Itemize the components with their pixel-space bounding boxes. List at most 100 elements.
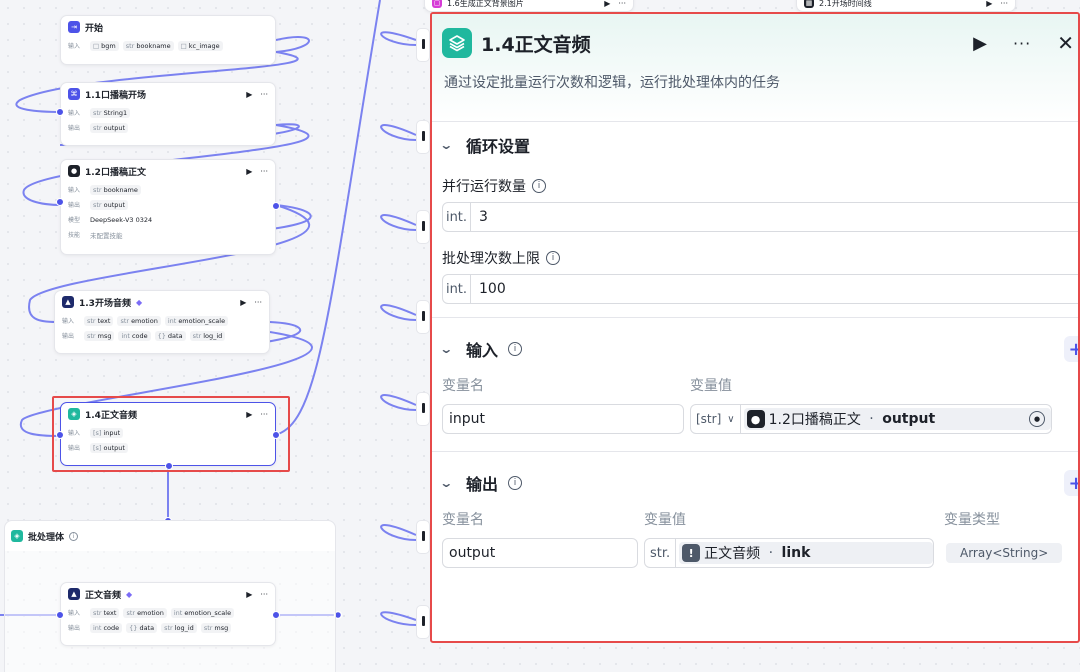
node-title: 1.2口播稿正文 [85,167,146,178]
input-port[interactable] [56,108,64,116]
info-icon[interactable]: i [69,531,79,541]
run-icon[interactable]: ▶ [246,410,252,419]
chevron-down-icon[interactable]: ⌄ [439,476,459,490]
output-port[interactable] [272,431,280,439]
reference-chip[interactable]: ! 正文音频 · link [679,542,933,564]
node-title: 1.1口播稿开场 [85,90,146,101]
batch-limit-input[interactable]: int. 100 [442,274,1078,304]
output-header[interactable]: ⌄ 输出 i + [439,452,1078,514]
image-icon: ▢ [432,0,442,8]
output-port[interactable] [272,202,280,210]
info-icon[interactable]: i [532,179,546,193]
skill-value: 未配置技能 [90,231,123,240]
type-tag: int. [443,203,471,231]
chevron-down-icon[interactable]: ⌄ [439,138,459,152]
input-port[interactable] [56,431,64,439]
chevron-down-icon[interactable]: ⌄ [439,342,459,356]
limit-value[interactable]: 100 [471,281,506,297]
run-icon[interactable]: ▶ [240,298,246,307]
node-title: 开始 [85,23,104,34]
var-pill: str text [84,315,114,326]
col-type: 变量类型 [944,512,1000,528]
run-icon[interactable]: ▶ [973,33,987,54]
section-title: 输出 [466,475,499,494]
loop-settings-header[interactable]: ⌄ 循环设置 [439,122,1068,168]
more-icon[interactable]: ··· [1013,34,1031,53]
node-2-1[interactable]: ▦ 2.1开场时间线 ▶ ··· [796,0,1016,12]
row-label: 模型 [68,217,81,224]
more-icon[interactable]: ··· [254,298,262,307]
row-label: 输出 [68,625,81,632]
run-icon[interactable]: ▶ [986,0,992,8]
output-port[interactable] [272,611,280,619]
model-name: DeepSeek-V3 0324 [90,215,153,224]
var-pill: int code [118,330,151,341]
hidden-node[interactable] [416,300,430,334]
parallel-count-input[interactable]: int. 3 [442,202,1078,232]
hidden-node[interactable] [416,210,430,244]
var-pill: str log_id [161,622,197,633]
node-config-panel[interactable]: 1.4正文音频 ▶ ··· ✕ 通过设定批量运行次数和逻辑，运行批处理体内的任务… [430,12,1080,643]
start-node[interactable]: ⇥ 开始 输入 □ bgm str bookname □ kc_image [60,15,276,65]
row-label: 输入 [68,430,81,437]
node-title: 正文音频 [85,590,122,601]
reference-chip[interactable]: ● 1.2口播稿正文 · output ● [743,408,1051,430]
var-pill: str text [90,607,120,618]
more-icon[interactable]: ··· [260,90,268,99]
more-icon[interactable]: ··· [618,0,626,8]
var-pill: str emotion [123,607,167,618]
hidden-node[interactable] [416,392,430,426]
var-pill: str log_id [189,330,226,341]
info-icon[interactable]: i [508,342,523,356]
audio-plugin-icon: ▲ [62,296,74,308]
more-icon[interactable]: ··· [260,167,268,176]
run-icon[interactable]: ▶ [246,90,252,99]
node-1-1[interactable]: ⌘ 1.1口播稿开场 ▶ ··· 输入 str String1 输出 str outp… [56,82,276,146]
parallel-value[interactable]: 3 [471,209,488,225]
var-pill: [s] output [90,442,128,453]
run-icon[interactable]: ▶ [604,0,610,8]
input-var-ref-field[interactable]: [str] ∨ ● 1.2口播稿正文 · output ● [690,404,1052,434]
batch-title: 批处理体 [28,532,65,543]
output-section: ⌄ 输出 i + 变量名 变量值 变量类型 output str. ! 正文音频… [432,452,1078,568]
input-port[interactable] [56,611,64,619]
run-icon[interactable]: ▶ [246,590,252,599]
output-var-ref-field[interactable]: str. ! 正文音频 · link [644,538,934,568]
input-header[interactable]: ⌄ 输入 i + [439,318,1078,380]
var-pill: {} data [126,622,158,633]
inner-audio-node[interactable]: ▲ 正文音频 ◆ ▶ ··· 输入 str text str emotion int e… [56,582,280,646]
info-icon[interactable]: i [508,476,523,490]
batch-port[interactable] [165,462,173,470]
more-icon[interactable]: ··· [1000,0,1008,8]
var-pill: str output [90,122,129,133]
input-port[interactable] [56,198,64,206]
output-type-badge: Array<String> [946,543,1063,563]
input-var-name-field[interactable]: input [442,404,684,434]
type-select[interactable]: [str] ∨ [691,405,741,433]
code-icon: ⌘ [68,88,80,100]
add-input-button[interactable]: + [1064,336,1078,362]
target-icon[interactable]: ● [1029,411,1045,427]
hidden-node[interactable] [416,605,430,639]
llm-icon: ● [746,410,765,428]
add-output-button[interactable]: + [1064,470,1078,496]
timeline-icon: ▦ [804,0,814,8]
node-1-2[interactable]: ● 1.2口播稿正文 ▶ ··· 输入 str bookname 输出 str out… [56,159,280,255]
hidden-node[interactable] [416,520,430,554]
node-1-4[interactable]: ◈ 1.4正文音频 ▶ ··· 输入 [s] input 输出 [s] output [56,402,280,470]
close-icon[interactable]: ✕ [1057,31,1074,55]
panel-description: 通过设定批量运行次数和逻辑，运行批处理体内的任务 [444,75,780,91]
hidden-node[interactable] [416,28,430,62]
node-1-6[interactable]: ▢ 1.6生成正文背景图片 ▶ ··· [424,0,634,12]
more-icon[interactable]: ··· [260,590,268,599]
output-var-name-field[interactable]: output [442,538,638,568]
node-1-3[interactable]: ▲ 1.3开场音频 ◆ ▶ ··· 输入 str text str emotion i… [54,290,270,354]
var-pill: [s] input [90,427,124,438]
verified-icon: ◆ [135,297,143,307]
run-icon[interactable]: ▶ [246,167,252,176]
hidden-node[interactable] [416,120,430,154]
chevron-down-icon: ∨ [727,413,735,425]
col-value: 变量值 [690,378,732,394]
info-icon[interactable]: i [546,251,560,265]
more-icon[interactable]: ··· [260,410,268,419]
